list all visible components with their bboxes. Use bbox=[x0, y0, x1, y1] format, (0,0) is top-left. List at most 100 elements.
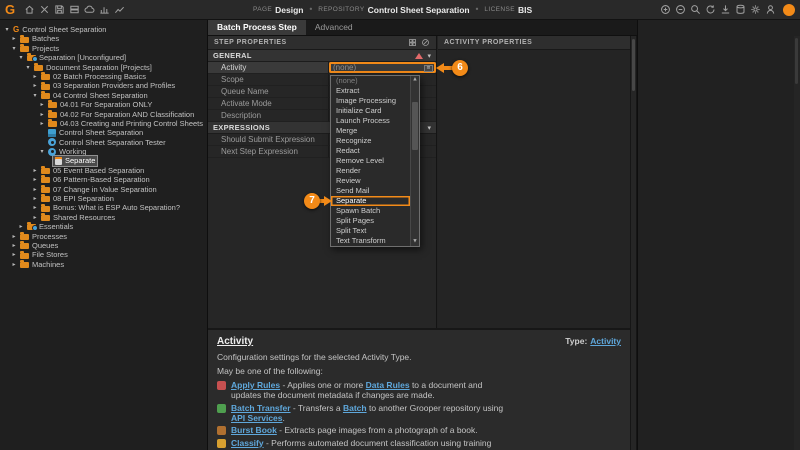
bar-chart-icon[interactable] bbox=[97, 2, 112, 17]
status-badge-icon[interactable] bbox=[783, 4, 795, 16]
tools-icon[interactable] bbox=[37, 2, 52, 17]
download-icon[interactable] bbox=[718, 2, 733, 17]
tree-item[interactable]: ▸02 Batch Processing Basics bbox=[0, 72, 207, 81]
tree-item[interactable]: ▾GControl Sheet Separation bbox=[0, 25, 207, 34]
dropdown-item[interactable]: Render bbox=[331, 166, 410, 176]
help-link[interactable]: Classify bbox=[231, 438, 264, 448]
expander-icon[interactable]: ▾ bbox=[31, 91, 39, 100]
expander-icon[interactable]: ▸ bbox=[38, 100, 46, 109]
expander-icon[interactable]: ▾ bbox=[24, 63, 32, 72]
tree-item[interactable]: ▸Batches bbox=[0, 34, 207, 43]
home-icon[interactable] bbox=[22, 2, 37, 17]
dropdown-item[interactable]: Split Text bbox=[331, 226, 410, 236]
tree-item[interactable]: Separate bbox=[0, 156, 207, 165]
expander-icon[interactable]: ▸ bbox=[31, 175, 39, 184]
cloud-icon[interactable] bbox=[82, 2, 97, 17]
tree-item[interactable]: ▸Machines bbox=[0, 260, 207, 269]
help-link[interactable]: Data Rules bbox=[366, 380, 410, 390]
repository-value[interactable]: Control Sheet Separation bbox=[368, 5, 470, 15]
scroll-up-icon[interactable] bbox=[411, 76, 419, 84]
property-group-header[interactable]: GENERAL▾ bbox=[208, 50, 436, 62]
tree-item[interactable]: ▸04.03 Creating and Printing Control She… bbox=[0, 119, 207, 128]
tree-item[interactable]: ▸06 Pattern-Based Separation bbox=[0, 175, 207, 184]
tree-item[interactable]: ▸04.02 For Separation AND Classification bbox=[0, 110, 207, 119]
expander-icon[interactable]: ▾ bbox=[17, 53, 25, 62]
expander-icon[interactable]: ▸ bbox=[31, 213, 39, 222]
tree-item[interactable]: ▾Working bbox=[0, 147, 207, 156]
expander-icon[interactable]: ▸ bbox=[10, 232, 18, 241]
dropdown-item[interactable]: Recognize bbox=[331, 136, 410, 146]
tree-item[interactable]: ▸07 Change in Value Separation bbox=[0, 185, 207, 194]
dropdown-item[interactable]: Remove Level bbox=[331, 156, 410, 166]
expander-icon[interactable]: ▾ bbox=[38, 147, 46, 156]
refresh-icon[interactable] bbox=[703, 2, 718, 17]
expander-icon[interactable]: ▸ bbox=[31, 194, 39, 203]
expander-icon[interactable]: ▸ bbox=[10, 34, 18, 43]
user-icon[interactable] bbox=[763, 2, 778, 17]
help-link[interactable]: Batch bbox=[343, 403, 367, 413]
dropdown-button-icon[interactable]: ≡ bbox=[424, 65, 433, 72]
tree-item[interactable]: ▾04 Control Sheet Separation bbox=[0, 91, 207, 100]
tree-item[interactable]: ▸Bonus: What is ESP Auto Separation? bbox=[0, 203, 207, 212]
help-link[interactable]: API Services bbox=[231, 413, 283, 423]
expander-icon[interactable]: ▸ bbox=[10, 250, 18, 259]
add-circle-icon[interactable] bbox=[658, 2, 673, 17]
dropdown-item[interactable]: Merge bbox=[331, 126, 410, 136]
collapse-icon[interactable]: ▾ bbox=[427, 122, 431, 134]
categorize-icon[interactable] bbox=[407, 38, 417, 48]
save-icon[interactable] bbox=[52, 2, 67, 17]
dropdown-item[interactable]: Redact bbox=[331, 146, 410, 156]
editor-scrollbar[interactable] bbox=[630, 36, 637, 450]
right-scrollbar-thumb[interactable] bbox=[795, 38, 798, 84]
tree-item[interactable]: Control Sheet Separation bbox=[0, 128, 207, 137]
tree-item[interactable]: ▸Shared Resources bbox=[0, 213, 207, 222]
tree-item[interactable]: ▸08 EPI Separation bbox=[0, 194, 207, 203]
dropdown-item[interactable]: Send Mail bbox=[331, 186, 410, 196]
tree-item[interactable]: ▾Document Separation [Projects] bbox=[0, 63, 207, 72]
expander-icon[interactable]: ▸ bbox=[31, 203, 39, 212]
dropdown-item[interactable]: (none) bbox=[331, 76, 410, 86]
expander-icon[interactable]: ▸ bbox=[38, 110, 46, 119]
tree-item[interactable]: ▸Queues bbox=[0, 241, 207, 250]
expander-icon[interactable]: ▸ bbox=[17, 222, 25, 231]
tab-batch-process-step[interactable]: Batch Process Step bbox=[208, 20, 306, 35]
help-link[interactable]: Batch Transfer bbox=[231, 403, 291, 413]
help-link[interactable]: Burst Book bbox=[231, 425, 277, 435]
line-chart-icon[interactable] bbox=[112, 2, 127, 17]
dropdown-item[interactable]: Review bbox=[331, 176, 410, 186]
dropdown-item[interactable]: Initialize Card bbox=[331, 106, 410, 116]
editor-scrollbar-thumb[interactable] bbox=[632, 39, 635, 91]
tree-item[interactable]: ▾Separation [Unconfigured] bbox=[0, 53, 207, 62]
tree-item[interactable]: ▸04.01 For Separation ONLY bbox=[0, 100, 207, 109]
dropdown-item[interactable]: Extract bbox=[331, 86, 410, 96]
property-value[interactable]: (none)≡ bbox=[329, 62, 436, 73]
archive-icon[interactable] bbox=[67, 2, 82, 17]
expander-icon[interactable]: ▾ bbox=[3, 25, 11, 34]
remove-circle-icon[interactable] bbox=[673, 2, 688, 17]
dropdown-item[interactable]: Separate bbox=[331, 196, 410, 206]
dropdown-scrollbar[interactable] bbox=[410, 76, 419, 246]
expander-icon[interactable]: ▾ bbox=[10, 44, 18, 53]
expander-icon[interactable]: ▸ bbox=[10, 260, 18, 269]
help-type-link[interactable]: Activity bbox=[590, 336, 621, 346]
scroll-down-icon[interactable] bbox=[411, 238, 419, 246]
dropdown-item[interactable]: Image Processing bbox=[331, 96, 410, 106]
clear-icon[interactable] bbox=[420, 38, 430, 48]
right-scrollbar[interactable] bbox=[794, 36, 800, 450]
expander-icon[interactable]: ▸ bbox=[31, 72, 39, 81]
dropdown-item[interactable]: Spawn Batch bbox=[331, 206, 410, 216]
dropdown-item[interactable]: Launch Process bbox=[331, 116, 410, 126]
tree-item[interactable]: ▸Essentials bbox=[0, 222, 207, 231]
tree-item[interactable]: ▸File Stores bbox=[0, 250, 207, 259]
tree-item[interactable]: ▸03 Separation Providers and Profiles bbox=[0, 81, 207, 90]
database-icon[interactable] bbox=[733, 2, 748, 17]
tree-item[interactable]: ▸Processes bbox=[0, 232, 207, 241]
page-value[interactable]: Design bbox=[275, 5, 303, 15]
tree-item[interactable]: Control Sheet Separation Tester bbox=[0, 138, 207, 147]
settings-icon[interactable] bbox=[748, 2, 763, 17]
collapse-icon[interactable]: ▾ bbox=[427, 50, 431, 62]
tab-advanced[interactable]: Advanced bbox=[306, 20, 362, 35]
tree-item[interactable]: ▸05 Event Based Separation bbox=[0, 166, 207, 175]
expander-icon[interactable]: ▸ bbox=[31, 166, 39, 175]
expander-icon[interactable]: ▸ bbox=[31, 81, 39, 90]
